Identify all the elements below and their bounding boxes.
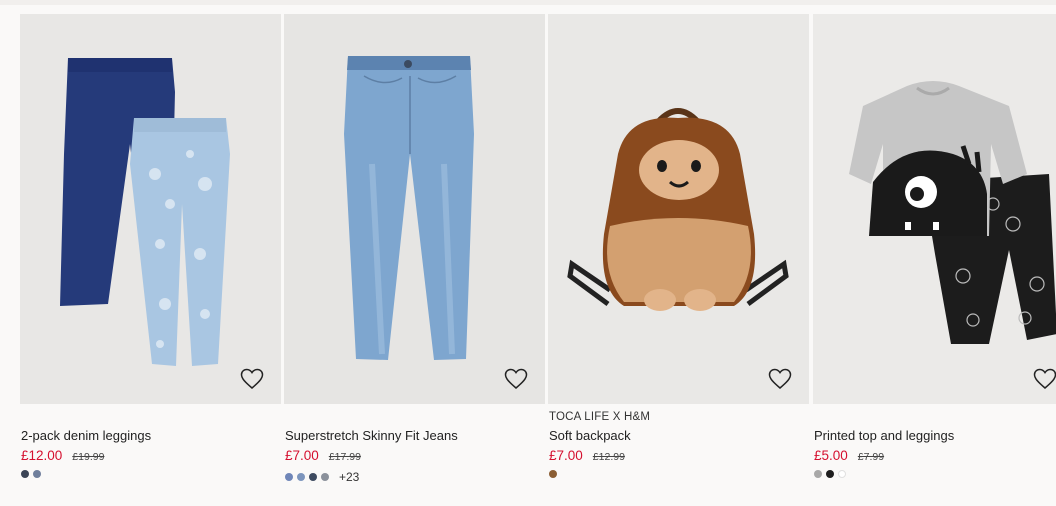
color-swatches: +23	[285, 470, 359, 484]
original-price: £19.99	[72, 451, 105, 463]
color-swatches	[549, 470, 557, 478]
product-title[interactable]: Superstretch Skinny Fit Jeans	[285, 428, 458, 443]
color-swatch[interactable]	[814, 470, 822, 478]
product-card-skinny-jeans[interactable]: Superstretch Skinny Fit Jeans £7.00 £17.…	[284, 14, 545, 504]
product-image[interactable]	[548, 14, 809, 404]
original-price: £17.99	[328, 451, 361, 463]
heart-outline-icon	[768, 368, 792, 389]
product-image[interactable]	[284, 14, 545, 404]
skinny-jeans-image	[284, 14, 545, 404]
original-price: £12.99	[592, 451, 625, 463]
product-title[interactable]: 2-pack denim leggings	[21, 428, 151, 443]
product-brand: TOCA LIFE X H&M	[549, 411, 651, 423]
top-divider	[0, 0, 1056, 5]
product-image[interactable]	[20, 14, 281, 404]
sale-price: £7.00	[549, 448, 583, 463]
plush-backpack-image	[548, 14, 809, 404]
color-swatch[interactable]	[33, 470, 41, 478]
favourite-button[interactable]	[239, 367, 265, 391]
color-swatch[interactable]	[285, 473, 293, 481]
color-swatch[interactable]	[297, 473, 305, 481]
top-and-leggings-image	[813, 14, 1056, 404]
product-title[interactable]: Soft backpack	[549, 428, 631, 443]
more-colors-count[interactable]: +23	[339, 470, 359, 484]
color-swatch[interactable]	[321, 473, 329, 481]
heart-outline-icon	[1033, 368, 1056, 389]
color-swatches	[814, 470, 846, 478]
product-card-soft-backpack[interactable]: TOCA LIFE X H&M Soft backpack £7.00 £12.…	[548, 14, 809, 504]
color-swatch[interactable]	[309, 473, 317, 481]
heart-outline-icon	[504, 368, 528, 389]
product-card-printed-top-leggings[interactable]: Printed top and leggings £5.00 £7.99	[813, 14, 1056, 504]
favourite-button[interactable]	[767, 367, 793, 391]
heart-outline-icon	[240, 368, 264, 389]
denim-leggings-image	[20, 14, 281, 404]
sale-price: £7.00	[285, 448, 319, 463]
original-price: £7.99	[857, 451, 885, 463]
favourite-button[interactable]	[1032, 367, 1056, 391]
product-title[interactable]: Printed top and leggings	[814, 428, 954, 443]
sale-price: £12.00	[21, 448, 63, 463]
color-swatch[interactable]	[826, 470, 834, 478]
color-swatches	[21, 470, 41, 478]
product-card-denim-leggings[interactable]: 2-pack denim leggings £12.00 £19.99	[20, 14, 281, 504]
favourite-button[interactable]	[503, 367, 529, 391]
color-swatch[interactable]	[549, 470, 557, 478]
color-swatch[interactable]	[21, 470, 29, 478]
color-swatch[interactable]	[838, 470, 846, 478]
product-image[interactable]	[813, 14, 1056, 404]
sale-price: £5.00	[814, 448, 848, 463]
